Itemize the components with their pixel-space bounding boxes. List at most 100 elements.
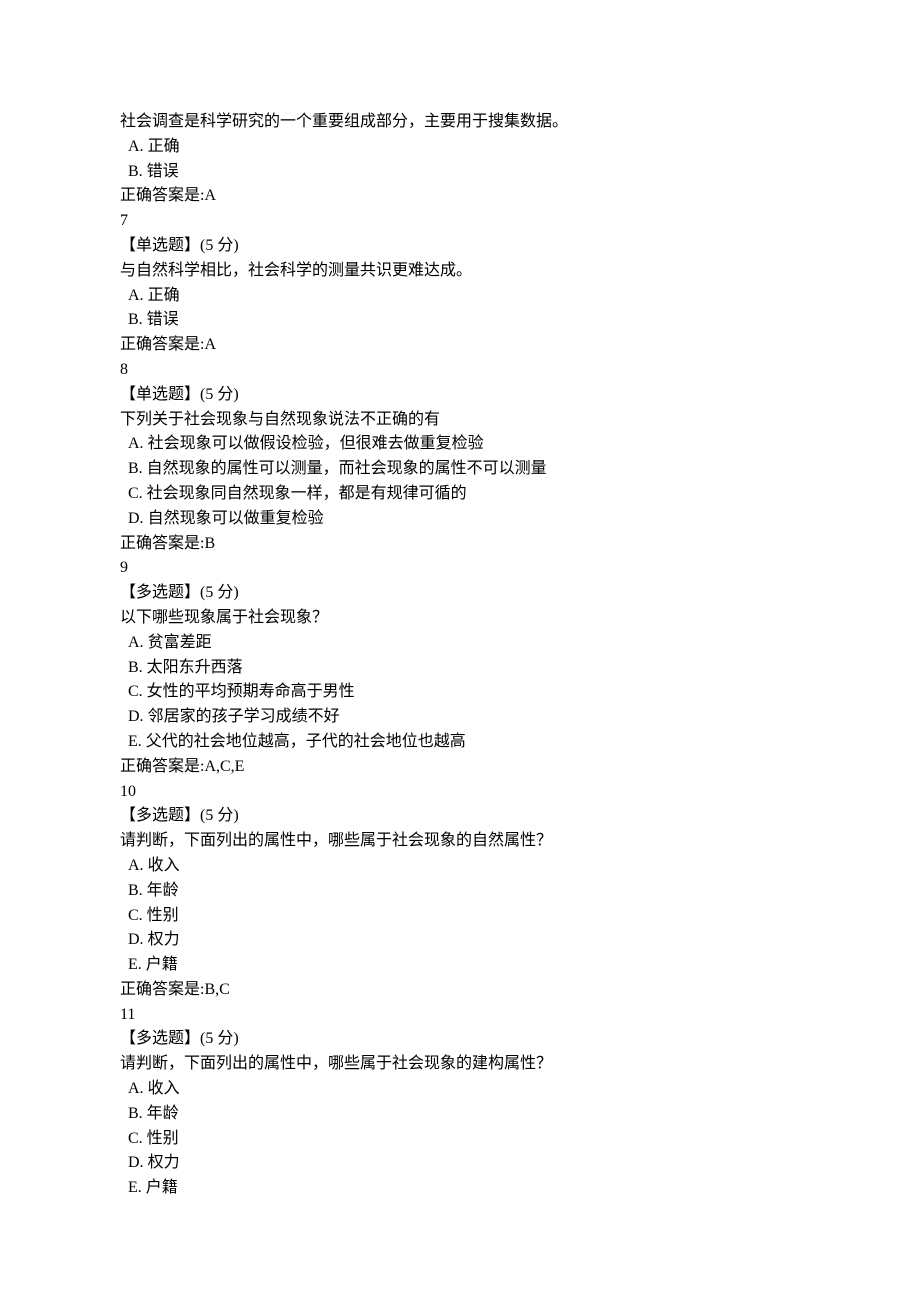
question-option: A. 正确 bbox=[120, 284, 800, 309]
question-type-label: 【多选题】 bbox=[120, 807, 200, 824]
question-option: B. 太阳东升西落 bbox=[120, 656, 800, 681]
question-option: A. 收入 bbox=[120, 854, 800, 879]
option-text: 收入 bbox=[144, 1080, 180, 1097]
option-letter: A. bbox=[128, 857, 144, 874]
points-close: 分) bbox=[213, 237, 238, 254]
question-option: D. 邻居家的孩子学习成绩不好 bbox=[120, 705, 800, 730]
answer-line: 正确答案是:A,C,E bbox=[120, 755, 800, 780]
answer-prefix: 正确答案是: bbox=[120, 758, 204, 775]
option-text: 性别 bbox=[143, 1130, 179, 1147]
question-option: D. 权力 bbox=[120, 928, 800, 953]
question-option: A. 收入 bbox=[120, 1077, 800, 1102]
question-option: D. 权力 bbox=[120, 1151, 800, 1176]
question-type-line: 【多选题】(5 分) bbox=[120, 581, 800, 606]
question-number: 7 bbox=[120, 209, 800, 234]
question-option: E. 父代的社会地位越高，子代的社会地位也越高 bbox=[120, 730, 800, 755]
question-option: A. 贫富差距 bbox=[120, 631, 800, 656]
question-number: 9 bbox=[120, 556, 800, 581]
points-close: 分) bbox=[213, 807, 238, 824]
question-number: 8 bbox=[120, 358, 800, 383]
option-text: 权力 bbox=[144, 931, 180, 948]
question-type-line: 【单选题】(5 分) bbox=[120, 383, 800, 408]
option-text: 自然现象可以做重复检验 bbox=[144, 510, 324, 527]
question-option: A. 正确 bbox=[120, 135, 800, 160]
option-text: 正确 bbox=[144, 138, 180, 155]
option-letter: A. bbox=[128, 435, 144, 452]
question-stem: 与自然科学相比，社会科学的测量共识更难达成。 bbox=[120, 259, 800, 284]
option-text: 父代的社会地位越高，子代的社会地位也越高 bbox=[142, 733, 466, 750]
option-text: 收入 bbox=[144, 857, 180, 874]
answer-value: B,C bbox=[204, 981, 229, 998]
answer-prefix: 正确答案是: bbox=[120, 981, 204, 998]
question-option: C. 性别 bbox=[120, 1127, 800, 1152]
question-type-label: 【单选题】 bbox=[120, 386, 200, 403]
answer-prefix: 正确答案是: bbox=[120, 336, 204, 353]
option-letter: D. bbox=[128, 1154, 144, 1171]
option-text: 太阳东升西落 bbox=[143, 659, 243, 676]
option-text: 女性的平均预期寿命高于男性 bbox=[143, 683, 355, 700]
option-text: 社会现象可以做假设检验，但很难去做重复检验 bbox=[144, 435, 484, 452]
option-letter: C. bbox=[128, 683, 143, 700]
option-text: 年龄 bbox=[143, 1105, 179, 1122]
option-text: 正确 bbox=[144, 287, 180, 304]
answer-line: 正确答案是:B,C bbox=[120, 978, 800, 1003]
answer-line: 正确答案是:A bbox=[120, 184, 800, 209]
option-letter: B. bbox=[128, 311, 143, 328]
question-option: B. 年龄 bbox=[120, 1102, 800, 1127]
question-option: E. 户籍 bbox=[120, 953, 800, 978]
option-letter: D. bbox=[128, 931, 144, 948]
option-text: 自然现象的属性可以测量，而社会现象的属性不可以测量 bbox=[143, 460, 547, 477]
question-option: B. 年龄 bbox=[120, 879, 800, 904]
answer-value: B bbox=[204, 535, 215, 552]
option-text: 户籍 bbox=[142, 956, 178, 973]
option-letter: C. bbox=[128, 485, 143, 502]
option-text: 户籍 bbox=[142, 1179, 178, 1196]
answer-value: A,C,E bbox=[204, 758, 244, 775]
option-text: 邻居家的孩子学习成绩不好 bbox=[144, 708, 340, 725]
option-letter: E. bbox=[128, 733, 142, 750]
question-stem: 下列关于社会现象与自然现象说法不正确的有 bbox=[120, 408, 800, 433]
question-type-label: 【多选题】 bbox=[120, 1030, 200, 1047]
answer-line: 正确答案是:A bbox=[120, 333, 800, 358]
question-option: D. 自然现象可以做重复检验 bbox=[120, 507, 800, 532]
question-type-line: 【多选题】(5 分) bbox=[120, 1027, 800, 1052]
question-type-line: 【多选题】(5 分) bbox=[120, 804, 800, 829]
option-letter: D. bbox=[128, 510, 144, 527]
question-type-label: 【单选题】 bbox=[120, 237, 200, 254]
option-letter: A. bbox=[128, 287, 144, 304]
points-close: 分) bbox=[213, 386, 238, 403]
option-letter: A. bbox=[128, 1080, 144, 1097]
option-letter: A. bbox=[128, 138, 144, 155]
option-text: 年龄 bbox=[143, 882, 179, 899]
question-stem: 社会调查是科学研究的一个重要组成部分，主要用于搜集数据。 bbox=[120, 110, 800, 135]
option-text: 权力 bbox=[144, 1154, 180, 1171]
question-option: B. 自然现象的属性可以测量，而社会现象的属性不可以测量 bbox=[120, 457, 800, 482]
option-letter: E. bbox=[128, 956, 142, 973]
question-type-line: 【单选题】(5 分) bbox=[120, 234, 800, 259]
option-letter: B. bbox=[128, 659, 143, 676]
question-stem: 以下哪些现象属于社会现象？ bbox=[120, 606, 800, 631]
answer-line: 正确答案是:B bbox=[120, 532, 800, 557]
question-number: 11 bbox=[120, 1003, 800, 1028]
option-letter: B. bbox=[128, 882, 143, 899]
points-close: 分) bbox=[213, 1030, 238, 1047]
answer-value: A bbox=[204, 336, 216, 353]
option-letter: E. bbox=[128, 1179, 142, 1196]
option-letter: B. bbox=[128, 163, 143, 180]
question-option: B. 错误 bbox=[120, 160, 800, 185]
question-option: E. 户籍 bbox=[120, 1176, 800, 1201]
option-letter: D. bbox=[128, 708, 144, 725]
question-number: 10 bbox=[120, 780, 800, 805]
option-letter: B. bbox=[128, 460, 143, 477]
question-option: C. 社会现象同自然现象一样，都是有规律可循的 bbox=[120, 482, 800, 507]
answer-prefix: 正确答案是: bbox=[120, 187, 204, 204]
question-option: A. 社会现象可以做假设检验，但很难去做重复检验 bbox=[120, 432, 800, 457]
option-text: 错误 bbox=[143, 163, 179, 180]
option-text: 错误 bbox=[143, 311, 179, 328]
answer-prefix: 正确答案是: bbox=[120, 535, 204, 552]
option-text: 性别 bbox=[143, 907, 179, 924]
question-option: C. 女性的平均预期寿命高于男性 bbox=[120, 680, 800, 705]
question-stem: 请判断，下面列出的属性中，哪些属于社会现象的自然属性？ bbox=[120, 829, 800, 854]
option-text: 社会现象同自然现象一样，都是有规律可循的 bbox=[143, 485, 467, 502]
option-letter: C. bbox=[128, 1130, 143, 1147]
